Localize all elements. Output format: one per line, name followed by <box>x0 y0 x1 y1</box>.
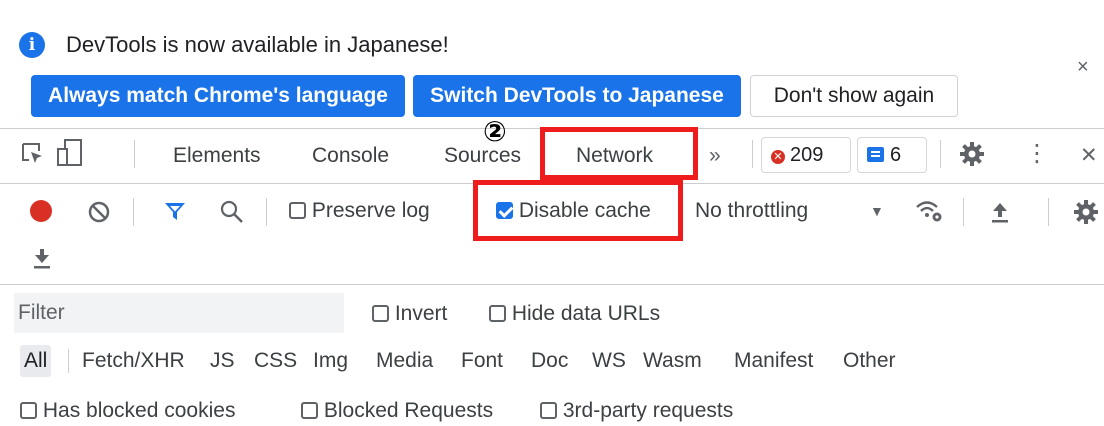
more-tabs-icon[interactable]: » <box>709 142 721 170</box>
search-icon[interactable] <box>219 199 245 225</box>
type-filter-css[interactable]: CSS <box>254 345 297 377</box>
switch-to-japanese-button[interactable]: Switch DevTools to Japanese <box>413 75 741 117</box>
toolbar-divider <box>266 198 267 226</box>
blocked-requests-checkbox[interactable]: Blocked Requests <box>301 397 493 425</box>
type-filter-img[interactable]: Img <box>313 345 348 377</box>
checkbox-icon[interactable] <box>289 202 306 219</box>
type-filter-media[interactable]: Media <box>376 345 433 377</box>
record-icon[interactable] <box>30 200 52 222</box>
disable-cache-highlight <box>473 180 683 241</box>
infobar-close-icon[interactable]: × <box>1077 56 1089 79</box>
type-filter-other[interactable]: Other <box>843 345 896 377</box>
filter-icon[interactable] <box>163 200 187 224</box>
type-filter-js[interactable]: JS <box>210 345 235 377</box>
toolbar-divider <box>1048 198 1049 226</box>
export-har-icon[interactable] <box>31 246 53 270</box>
third-party-requests-checkbox[interactable]: 3rd-party requests <box>540 397 733 425</box>
toolbar-divider <box>963 198 964 226</box>
error-count: 209 <box>790 144 824 166</box>
type-filter-doc[interactable]: Doc <box>531 345 568 377</box>
invert-checkbox[interactable]: Invert <box>372 300 447 328</box>
checkbox-icon[interactable] <box>489 305 506 322</box>
hide-data-urls-label: Hide data URLs <box>511 302 661 325</box>
toolbar-divider <box>133 198 134 226</box>
preserve-log-label: Preserve log <box>311 199 430 222</box>
message-count: 6 <box>890 144 902 166</box>
blocked-requests-label: Blocked Requests <box>323 399 494 422</box>
tab-elements[interactable]: Elements <box>173 142 261 170</box>
type-filter-wasm[interactable]: Wasm <box>643 345 702 377</box>
checkbox-icon[interactable] <box>20 402 37 419</box>
more-options-icon[interactable]: ⋮ <box>1025 140 1049 168</box>
dont-show-again-button[interactable]: Don't show again <box>750 75 958 117</box>
message-icon <box>867 147 884 162</box>
third-party-requests-label: 3rd-party requests <box>562 399 734 422</box>
message-counter[interactable]: 6 <box>857 137 927 173</box>
type-filter-fetch-xhr[interactable]: Fetch/XHR <box>82 345 185 377</box>
type-divider <box>68 349 69 373</box>
toolbar-divider <box>752 140 753 168</box>
annotation-number: ② <box>483 116 507 147</box>
dropdown-arrow-icon[interactable]: ▼ <box>870 197 884 225</box>
type-filter-all[interactable]: All <box>20 345 52 377</box>
device-toolbar-icon[interactable] <box>56 138 84 168</box>
inspect-element-icon[interactable] <box>20 141 46 167</box>
tab-console[interactable]: Console <box>312 142 389 170</box>
close-devtools-icon[interactable]: ✕ <box>1080 142 1098 170</box>
info-icon: i <box>19 32 45 58</box>
clear-icon[interactable] <box>87 200 111 224</box>
network-conditions-icon[interactable] <box>914 198 944 224</box>
settings-gear-icon[interactable] <box>959 141 985 167</box>
throttling-select[interactable]: No throttling <box>695 197 808 225</box>
type-filter-ws[interactable]: WS <box>592 345 626 377</box>
always-match-language-button[interactable]: Always match Chrome's language <box>31 75 405 117</box>
type-filter-font[interactable]: Font <box>461 345 503 377</box>
checkbox-icon[interactable] <box>540 402 557 419</box>
checkbox-icon[interactable] <box>301 402 318 419</box>
invert-label: Invert <box>394 302 448 325</box>
infobar-message: DevTools is now available in Japanese! <box>66 32 449 57</box>
toolbar-divider <box>940 140 941 168</box>
checkbox-icon[interactable] <box>372 305 389 322</box>
type-filter-manifest[interactable]: Manifest <box>734 345 813 377</box>
network-settings-gear-icon[interactable] <box>1073 199 1099 225</box>
error-counter[interactable]: ✕ 209 <box>761 137 851 173</box>
toolbar-divider <box>134 140 135 168</box>
has-blocked-cookies-label: Has blocked cookies <box>42 399 236 422</box>
has-blocked-cookies-checkbox[interactable]: Has blocked cookies <box>20 397 235 425</box>
network-tab-highlight <box>540 127 698 180</box>
preserve-log-checkbox[interactable]: Preserve log <box>289 197 430 225</box>
import-har-icon[interactable] <box>989 200 1011 224</box>
filter-input[interactable]: Filter <box>14 293 344 333</box>
hide-data-urls-checkbox[interactable]: Hide data URLs <box>489 300 660 328</box>
error-icon: ✕ <box>771 150 785 164</box>
